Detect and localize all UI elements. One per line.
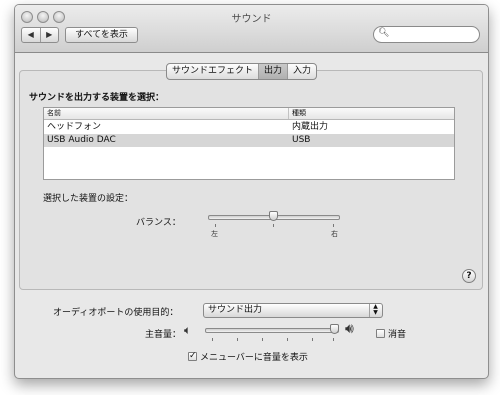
balance-tick: [273, 224, 274, 227]
mute-label: 消音: [388, 330, 407, 340]
device-name: USB Audio DAC: [47, 135, 116, 145]
volume-tick: [237, 338, 238, 341]
output-panel: [19, 70, 483, 290]
balance-left-label: 左: [211, 230, 218, 238]
device-table[interactable]: 名前 種類 ヘッドフォン 内蔵出力 USB Audio DAC USB: [43, 107, 455, 180]
device-type: 内蔵出力: [292, 122, 329, 132]
volume-tick: [262, 338, 263, 341]
volume-tick: [212, 338, 213, 341]
table-row-selected[interactable]: USB Audio DAC USB: [44, 134, 454, 147]
search-icon: 🔍︎: [378, 28, 390, 38]
table-row[interactable]: ヘッドフォン 内蔵出力: [44, 121, 454, 134]
column-header-name[interactable]: 名前: [47, 108, 61, 118]
balance-tick: [215, 224, 216, 227]
show-all-button[interactable]: すべてを表示: [65, 27, 138, 43]
window: サウンド ◀ ▶ すべてを表示 🔍︎ サウンドエフェクト 出力 入力 サウンドを…: [14, 4, 489, 379]
table-header: 名前 種類: [44, 108, 454, 120]
tab-input[interactable]: 入力: [288, 64, 316, 79]
audio-port-popup[interactable]: サウンド出力 ▲ ▼: [203, 303, 383, 318]
volume-tick: [287, 338, 288, 341]
device-name: ヘッドフォン: [47, 122, 102, 132]
window-title: サウンド: [231, 14, 272, 25]
balance-label: バランス：: [136, 218, 181, 228]
forward-button[interactable]: ▶: [41, 28, 59, 42]
tab-bar: サウンドエフェクト 出力 入力: [166, 63, 318, 80]
volume-tick: [333, 338, 334, 341]
nav-buttons: ◀ ▶: [21, 27, 59, 43]
back-button[interactable]: ◀: [22, 28, 41, 42]
popup-arrows-icon: ▲ ▼: [369, 304, 381, 317]
search-input[interactable]: 🔍︎: [373, 26, 480, 43]
volume-slider[interactable]: [205, 328, 339, 333]
device-settings-heading: 選択した装置の設定：: [43, 194, 134, 204]
audio-port-label: オーディオポートの使用目的：: [53, 308, 179, 318]
device-type: USB: [292, 135, 311, 145]
menubar-volume-checkbox[interactable]: ✓: [188, 352, 197, 361]
mute-checkbox[interactable]: [376, 329, 385, 338]
help-button[interactable]: ?: [462, 269, 476, 283]
column-divider: [288, 108, 289, 119]
column-header-type[interactable]: 種類: [292, 108, 306, 118]
volume-label: 主音量：: [145, 330, 182, 340]
speaker-high-icon[interactable]: 🔊︎: [345, 321, 354, 337]
balance-slider-thumb[interactable]: [269, 211, 278, 221]
balance-right-label: 右: [331, 230, 338, 238]
audio-port-value: サウンド出力: [208, 305, 263, 315]
volume-tick: [312, 338, 313, 341]
speaker-low-icon[interactable]: 🔈︎: [184, 323, 191, 338]
output-device-heading: サウンドを出力する装置を選択：: [29, 93, 165, 103]
tab-sound-effects[interactable]: サウンドエフェクト: [167, 64, 260, 79]
menubar-volume-label: メニューバーに音量を表示: [200, 353, 308, 363]
balance-tick: [333, 224, 334, 227]
tab-output[interactable]: 出力: [259, 64, 289, 79]
titlebar: サウンド ◀ ▶ すべてを表示 🔍︎: [15, 5, 488, 53]
